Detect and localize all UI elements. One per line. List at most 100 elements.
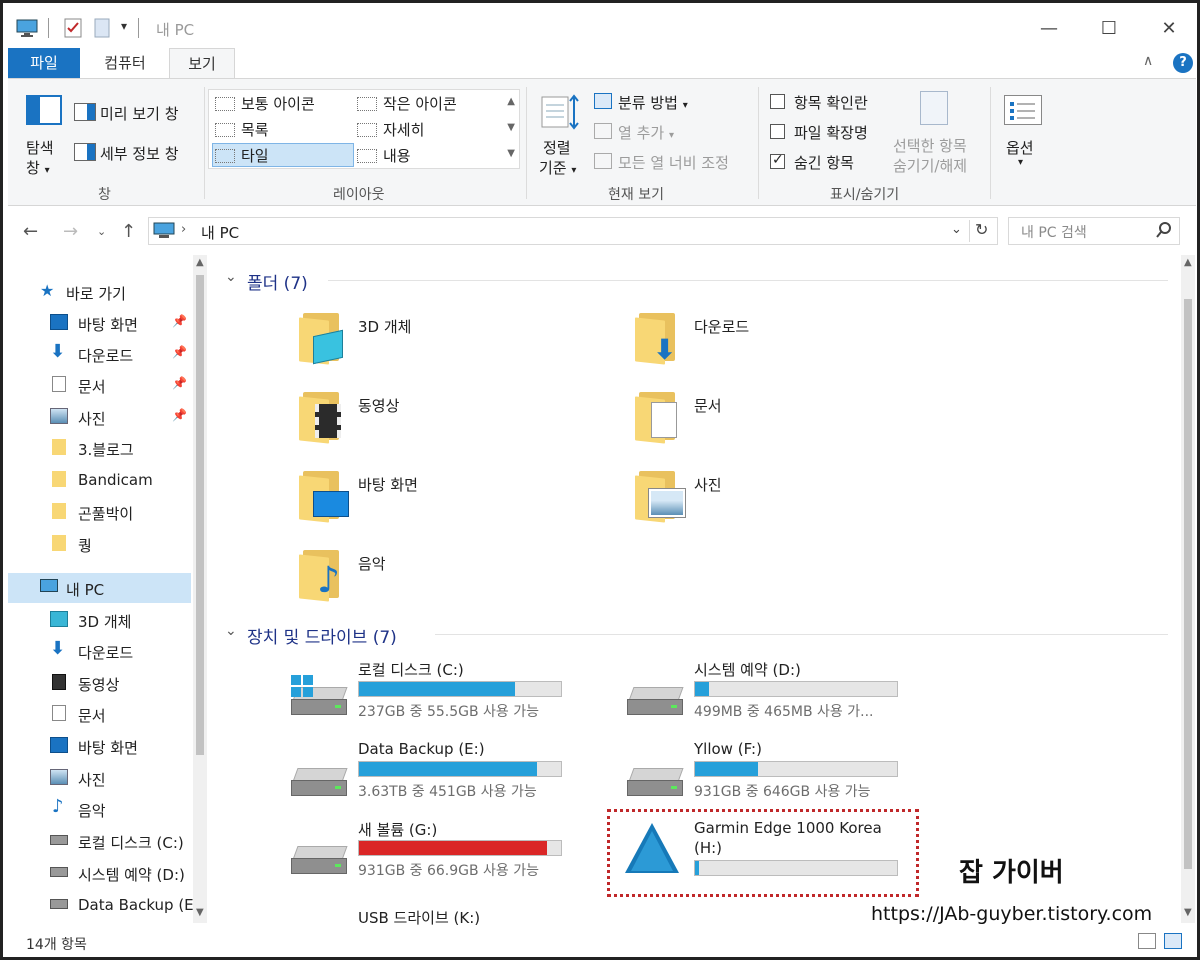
nav-pc-pictures[interactable]: 사진 bbox=[8, 763, 191, 793]
maximize-button[interactable]: ☐ bbox=[1096, 16, 1122, 42]
recent-locations-icon[interactable]: ⌄ bbox=[97, 225, 106, 238]
folder-label[interactable]: 음악 bbox=[358, 553, 386, 574]
layout-details[interactable]: 자세히 bbox=[357, 119, 424, 140]
sort-by-label-2[interactable]: 기준 ▾ bbox=[539, 157, 576, 178]
nav-pc-downloads[interactable]: ⬇ 다운로드 bbox=[8, 636, 191, 666]
search-input[interactable]: 내 PC 검색 bbox=[1021, 222, 1087, 242]
layout-tiles[interactable]: 타일 bbox=[215, 145, 269, 166]
collapse-ribbon-icon[interactable]: ∧ bbox=[1143, 53, 1153, 69]
drive-e-icon[interactable] bbox=[291, 768, 349, 798]
nav-pc-drive-e[interactable]: Data Backup (E:) bbox=[8, 890, 205, 920]
drive-g-name[interactable]: 새 볼륨 (G:) bbox=[358, 819, 437, 840]
new-folder-icon[interactable] bbox=[94, 18, 114, 38]
tab-computer[interactable]: 컴퓨터 bbox=[85, 48, 165, 78]
preview-pane-button[interactable]: 미리 보기 창 bbox=[100, 103, 179, 124]
folder-pictures-icon[interactable] bbox=[635, 467, 686, 523]
group-by-button[interactable]: 분류 방법 ▾ bbox=[618, 92, 688, 113]
file-extensions-checkbox[interactable] bbox=[770, 124, 785, 139]
item-checkboxes-label[interactable]: 항목 확인란 bbox=[794, 92, 868, 113]
customize-qa-icon[interactable]: ▾ bbox=[121, 19, 127, 33]
nav-item-blog[interactable]: 3.블로그 bbox=[8, 433, 191, 463]
nav-quick-access[interactable]: ★ 바로 가기 bbox=[8, 277, 191, 307]
content-scrollbar[interactable]: ▲ ▼ bbox=[1181, 255, 1195, 923]
folder-label[interactable]: 바탕 화면 bbox=[358, 474, 418, 495]
details-pane-icon[interactable] bbox=[74, 143, 96, 161]
drive-f-name[interactable]: Yllow (F:) bbox=[694, 740, 762, 758]
layout-list[interactable]: 목록 bbox=[215, 119, 269, 140]
nav-pane-scrollbar[interactable]: ▲ ▼ bbox=[193, 255, 207, 923]
gallery-more-icon[interactable]: ▼ bbox=[507, 148, 515, 159]
folder-music-icon[interactable]: ♪ bbox=[299, 546, 347, 602]
address-bar[interactable]: › 내 PC ⌄ ↻ bbox=[148, 217, 998, 245]
minimize-button[interactable]: — bbox=[1036, 16, 1062, 42]
drive-h-name[interactable]: Garmin Edge 1000 Korea bbox=[694, 819, 882, 837]
help-icon[interactable]: ? bbox=[1173, 53, 1193, 73]
drive-g-icon[interactable] bbox=[291, 846, 349, 876]
back-button[interactable]: ← bbox=[23, 221, 38, 242]
folders-collapse-icon[interactable]: ⌄ bbox=[225, 269, 237, 285]
options-label[interactable]: 옵션 bbox=[1006, 137, 1034, 158]
search-icon[interactable] bbox=[1155, 221, 1173, 243]
nav-item-documents[interactable]: 문서 📌 bbox=[8, 370, 191, 400]
forward-button[interactable]: → bbox=[63, 221, 78, 242]
nav-pc-drive-d[interactable]: 시스템 예약 (D:) bbox=[8, 858, 191, 888]
options-icon[interactable] bbox=[1004, 95, 1042, 125]
layout-content[interactable]: 내용 bbox=[357, 145, 411, 166]
folder-label[interactable]: 동영상 bbox=[358, 395, 399, 416]
options-dropdown-icon[interactable]: ▾ bbox=[1018, 157, 1023, 168]
nav-pane-scroll-thumb[interactable] bbox=[196, 275, 204, 755]
navigation-pane-label[interactable]: 탐색 bbox=[26, 137, 54, 158]
close-button[interactable]: ✕ bbox=[1156, 16, 1182, 42]
up-button[interactable]: ↑ bbox=[121, 221, 136, 242]
properties-icon[interactable] bbox=[64, 18, 84, 38]
scroll-down-icon[interactable]: ▼ bbox=[196, 907, 204, 918]
nav-item-gonpul[interactable]: 곤풀박이 bbox=[8, 497, 191, 527]
nav-pc-videos[interactable]: 동영상 bbox=[8, 668, 191, 698]
pin-icon[interactable]: 📌 bbox=[172, 408, 187, 422]
address-dropdown-icon[interactable]: ⌄ bbox=[951, 222, 962, 237]
layout-large-icons[interactable]: 보통 아이콘 bbox=[215, 93, 315, 114]
drive-e-name[interactable]: Data Backup (E:) bbox=[358, 740, 485, 758]
folder-label[interactable]: 다운로드 bbox=[694, 316, 749, 337]
drive-f-icon[interactable] bbox=[627, 768, 685, 798]
gallery-down-icon[interactable]: ▼ bbox=[507, 122, 515, 133]
details-view-icon[interactable] bbox=[1138, 933, 1156, 949]
folder-label[interactable]: 사진 bbox=[694, 474, 722, 495]
hidden-items-checkbox[interactable] bbox=[770, 152, 785, 169]
scroll-down-icon[interactable]: ▼ bbox=[1184, 907, 1192, 918]
folder-videos-icon[interactable] bbox=[299, 388, 347, 444]
drives-heading[interactable]: 장치 및 드라이브 (7) bbox=[247, 623, 397, 648]
layout-small-icons[interactable]: 작은 아이콘 bbox=[357, 93, 457, 114]
breadcrumb-separator-icon[interactable]: › bbox=[181, 222, 186, 237]
folder-label[interactable]: 문서 bbox=[694, 395, 722, 416]
drive-k-name[interactable]: USB 드라이브 (K:) bbox=[358, 907, 480, 928]
tab-view[interactable]: 보기 bbox=[169, 48, 235, 79]
folder-downloads-icon[interactable]: ⬇ bbox=[635, 309, 683, 366]
nav-pc-documents[interactable]: 문서 bbox=[8, 699, 191, 729]
folder-documents-icon[interactable] bbox=[635, 388, 683, 444]
breadcrumb-this-pc[interactable]: 내 PC bbox=[201, 222, 239, 243]
nav-pc-drive-c[interactable]: 로컬 디스크 (C:) bbox=[8, 826, 191, 856]
pin-icon[interactable]: 📌 bbox=[172, 314, 187, 328]
pin-icon[interactable]: 📌 bbox=[172, 376, 187, 390]
preview-pane-icon[interactable] bbox=[74, 103, 96, 121]
folder-label[interactable]: 3D 개체 bbox=[358, 316, 411, 337]
drive-h-letter[interactable]: (H:) bbox=[694, 839, 722, 857]
garmin-logo-icon[interactable] bbox=[623, 821, 681, 881]
refresh-icon[interactable]: ↻ bbox=[975, 220, 988, 239]
navigation-pane-icon[interactable] bbox=[26, 95, 62, 125]
nav-pc-desktop[interactable]: 바탕 화면 bbox=[8, 731, 191, 761]
scroll-up-icon[interactable]: ▲ bbox=[1184, 257, 1192, 268]
file-extensions-label[interactable]: 파일 확장명 bbox=[794, 122, 868, 143]
nav-this-pc[interactable]: 내 PC bbox=[8, 573, 191, 603]
nav-item-pictures[interactable]: 사진 📌 bbox=[8, 402, 191, 432]
sort-by-label[interactable]: 정렬 bbox=[543, 137, 571, 158]
drive-d-icon[interactable] bbox=[627, 687, 685, 717]
nav-item-desktop[interactable]: 바탕 화면 📌 bbox=[8, 308, 191, 338]
pin-icon[interactable]: 📌 bbox=[172, 345, 187, 359]
nav-item-bandicam[interactable]: Bandicam bbox=[8, 465, 191, 495]
search-box[interactable]: 내 PC 검색 bbox=[1008, 217, 1180, 245]
drives-collapse-icon[interactable]: ⌄ bbox=[225, 623, 237, 639]
scroll-up-icon[interactable]: ▲ bbox=[196, 257, 204, 268]
details-pane-button[interactable]: 세부 정보 창 bbox=[100, 143, 179, 164]
